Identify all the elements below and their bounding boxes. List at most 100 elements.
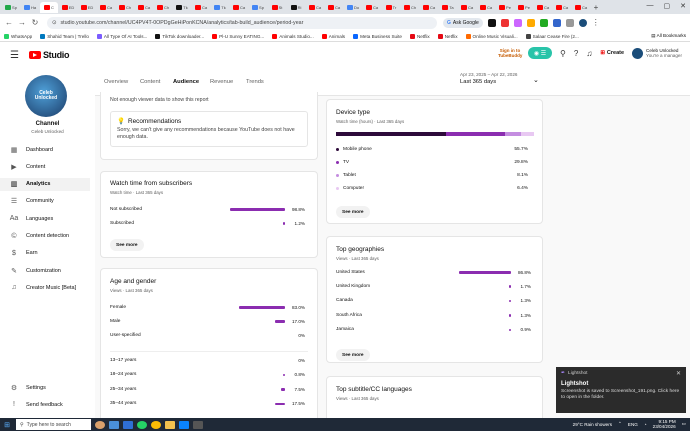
maximize-icon[interactable]: ▢ — [664, 2, 671, 10]
browser-tab[interactable]: Ca — [135, 2, 153, 13]
app-icon[interactable] — [95, 420, 105, 429]
sidebar-item-languages[interactable]: Aa Languages — [0, 212, 90, 225]
browser-tab[interactable]: Ca — [363, 2, 381, 13]
browser-tab[interactable]: Sp — [2, 2, 20, 13]
close-icon[interactable]: ✕ — [680, 2, 686, 10]
url-input[interactable]: ⊙ studio.youtube.com/channel/UC4PV4T-0OP… — [47, 16, 437, 29]
browser-tab[interactable]: Ca — [192, 2, 210, 13]
browser-tab[interactable]: Ch — [116, 2, 134, 13]
create-button[interactable]: ⊞ Create — [600, 50, 624, 56]
bookmark-item[interactable]: Pl-U Sunny EATING... — [212, 33, 264, 39]
language[interactable]: ENG — [628, 422, 638, 427]
chevron-up-icon[interactable]: ⌃ — [618, 421, 622, 427]
app-icon[interactable] — [165, 420, 175, 429]
minimize-icon[interactable]: — — [647, 2, 654, 10]
browser-tab[interactable]: Do — [344, 2, 362, 13]
site-info-icon[interactable]: ⊙ — [52, 20, 56, 26]
clock[interactable]: 9:15 PM 23/04/2026 — [653, 419, 676, 429]
date-range-picker[interactable]: Apr 23, 2025 – Apr 22, 2026 Last 365 day… — [460, 72, 517, 85]
bookmark-item[interactable]: All Type Of AI Tools... — [96, 33, 147, 39]
extension-icon[interactable] — [500, 18, 509, 27]
wifi-icon[interactable]: ◔ — [644, 422, 647, 427]
sidebar-item-content-detection[interactable]: © Content detection — [0, 230, 90, 243]
extension-icon[interactable] — [513, 18, 522, 27]
browser-tab[interactable]: Ca — [534, 2, 552, 13]
reload-icon[interactable]: ↻ — [30, 18, 40, 27]
extension-icon[interactable] — [565, 18, 574, 27]
browser-tab[interactable]: Ca — [420, 2, 438, 13]
help-icon[interactable]: ? — [574, 49, 578, 58]
app-icon[interactable] — [151, 420, 161, 429]
tab-overview[interactable]: Overview — [104, 79, 128, 85]
sidebar-item-analytics[interactable]: ▥ Analytics — [0, 177, 90, 191]
see-more-button[interactable]: See more — [336, 349, 370, 361]
browser-tab[interactable]: Ta — [439, 2, 457, 13]
tab-trends[interactable]: Trends — [246, 79, 264, 85]
bookmark-item[interactable]: Meta Business Suite — [353, 33, 402, 39]
channel-avatar[interactable]: Celeb Unlocked — [25, 75, 67, 117]
bookmark-item[interactable]: WhatsApp — [4, 33, 32, 39]
sidebar-item-customization[interactable]: ✎ Customization — [0, 264, 90, 277]
see-more-button[interactable]: See more — [336, 206, 370, 218]
browser-tab[interactable]: Ca — [458, 2, 476, 13]
bookmark-item[interactable]: Netflix — [437, 33, 458, 39]
bookmark-item[interactable]: Salaar Cease Fire (2... — [525, 33, 579, 39]
bookmark-item[interactable]: Online Music Visuali... — [465, 33, 518, 39]
tab-audience[interactable]: Audience — [173, 79, 199, 85]
extension-icon[interactable] — [539, 18, 548, 27]
sidebar-item-feedback[interactable]: ! Send feedback — [0, 398, 90, 411]
browser-tab[interactable]: Pe — [515, 2, 533, 13]
bookmark-item[interactable]: TikTok downloader... — [155, 33, 204, 39]
browser-tab[interactable]: Sp — [249, 2, 267, 13]
channel-switcher[interactable]: Celeb Unlocked You're a manager — [632, 47, 682, 59]
browser-tab[interactable]: Ri — [287, 2, 305, 13]
see-more-button[interactable]: See more — [110, 239, 144, 251]
sidebar-item-creator-music-beta[interactable]: ♫ Creator Music [Beta] — [0, 281, 90, 294]
sidebar-item-dashboard[interactable]: ▦ Dashboard — [0, 143, 90, 156]
sidebar-item-community[interactable]: ☰ Community — [0, 195, 90, 208]
browser-tab[interactable]: ED — [59, 2, 77, 13]
extension-icon[interactable] — [552, 18, 561, 27]
browser-tab[interactable]: ED — [78, 2, 96, 13]
browser-tab[interactable]: Ca — [230, 2, 248, 13]
bookmark-item[interactable]: Shahid Team | Trello — [40, 33, 89, 39]
browser-tab[interactable]: Ch — [401, 2, 419, 13]
browser-tab[interactable]: Tr — [382, 2, 400, 13]
browser-tab[interactable]: Ca — [477, 2, 495, 13]
sidebar-item-earn[interactable]: $ Earn — [0, 247, 90, 260]
sidebar-item-settings[interactable]: ⚙ Settings — [0, 381, 90, 394]
profile-icon[interactable] — [578, 18, 587, 27]
browser-tab[interactable]: St — [268, 2, 286, 13]
app-icon[interactable] — [109, 420, 119, 429]
browser-tab[interactable]: Ca — [325, 2, 343, 13]
browser-tab[interactable]: Ca — [553, 2, 571, 13]
notifications-icon[interactable]: ♫ — [586, 49, 592, 58]
browser-tab[interactable]: C — [40, 1, 58, 13]
bookmark-item[interactable]: Animals — [321, 33, 345, 39]
browser-tab[interactable]: Ca — [97, 2, 115, 13]
extension-icon[interactable] — [487, 18, 496, 27]
more-icon[interactable]: ⋮ — [591, 18, 601, 27]
browser-tab[interactable]: Tk — [173, 2, 191, 13]
all-bookmarks[interactable]: ▤ All Bookmarks — [651, 33, 686, 39]
bookmark-item[interactable]: Netflix — [409, 33, 430, 39]
browser-tab[interactable]: Ch — [154, 2, 172, 13]
app-icon[interactable] — [123, 420, 133, 429]
bookmark-item[interactable]: Animals Studio... — [272, 33, 314, 39]
browser-tab[interactable]: Pe — [496, 2, 514, 13]
extension-icon[interactable] — [526, 18, 535, 27]
lightshot-notification[interactable]: ✒ Lightshot ✕ Lightshot Screenshot is sa… — [556, 367, 686, 413]
tubebuddy-button[interactable]: ◉ ☰ — [528, 47, 552, 59]
windows-start-icon[interactable]: ⊞ — [0, 421, 14, 429]
taskbar-search[interactable]: ⚲ Type here to search — [16, 419, 91, 430]
weather[interactable]: 29°C Rain showers — [573, 422, 612, 427]
back-icon[interactable]: ← — [4, 18, 14, 27]
browser-tab[interactable]: Ca — [572, 2, 590, 13]
tab-revenue[interactable]: Revenue — [210, 79, 233, 85]
browser-tab[interactable]: Ha — [21, 2, 39, 13]
tab-content[interactable]: Content — [140, 79, 160, 85]
ask-google-button[interactable]: G Ask Google — [443, 17, 483, 28]
hamburger-menu-icon[interactable]: ☰ — [10, 50, 19, 61]
chevron-down-icon[interactable]: ⌄ — [533, 76, 539, 84]
forward-icon[interactable]: → — [17, 18, 27, 27]
